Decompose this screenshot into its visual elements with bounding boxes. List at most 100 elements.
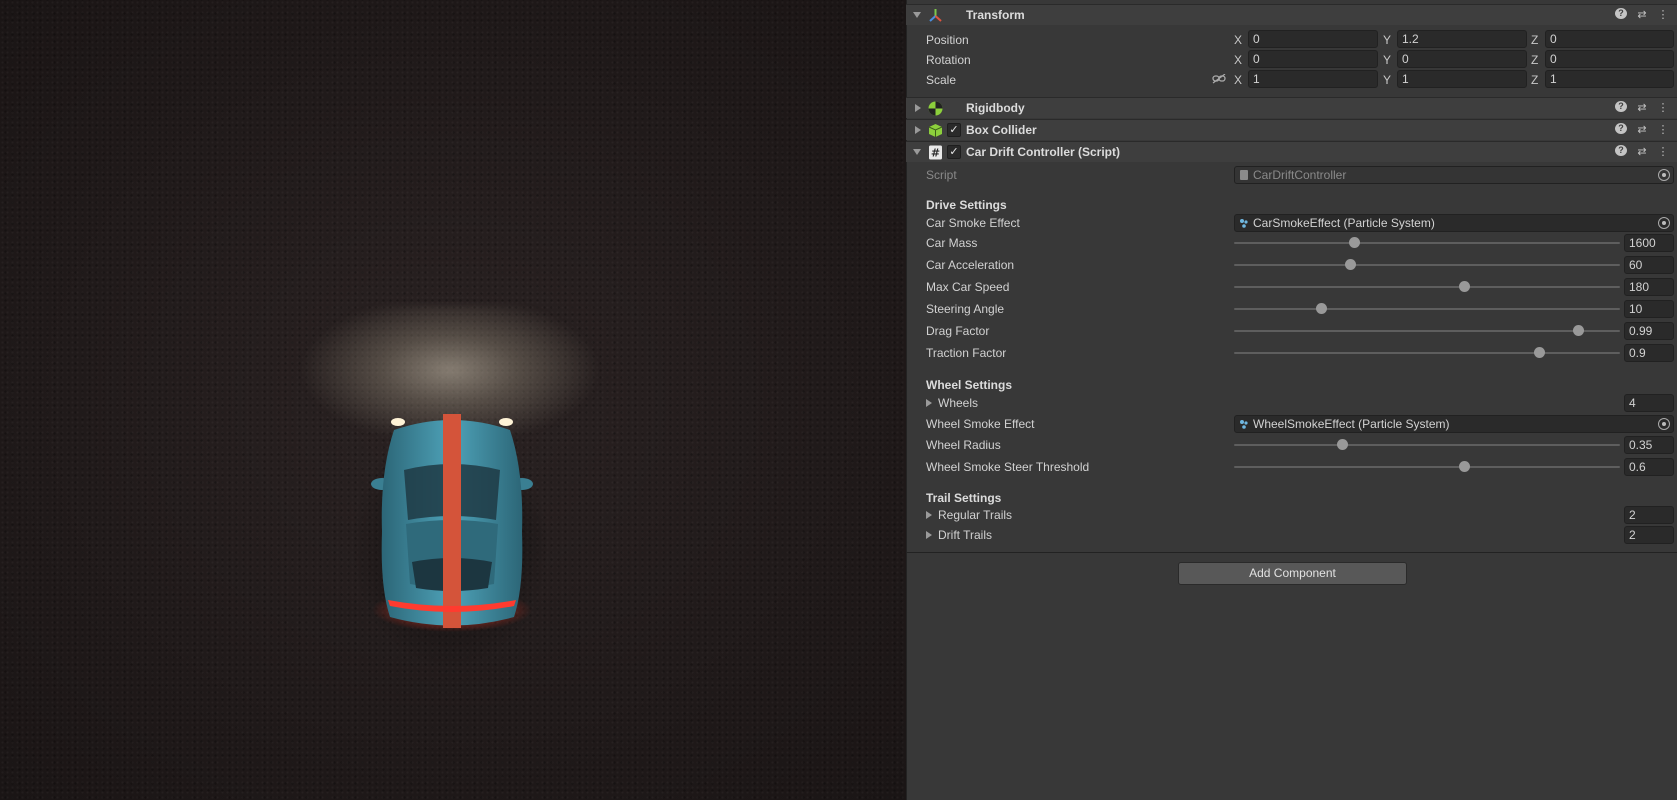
max-car-speed-field[interactable]: 180 [1624,278,1674,296]
help-icon[interactable]: ? [1615,123,1627,134]
wheel-smoke-effect-field[interactable]: WheelSmokeEffect (Particle System) [1234,415,1674,433]
wheel-radius-field[interactable]: 0.35 [1624,436,1674,454]
foldout-expanded-icon[interactable] [913,149,921,155]
context-menu-icon[interactable]: ⋮ [1657,8,1669,21]
car-acceleration-field[interactable]: 60 [1624,256,1674,274]
box-collider-icon [928,124,943,137]
rotation-label: Rotation [926,53,971,67]
max-car-speed-slider[interactable] [1234,278,1620,296]
help-icon[interactable]: ? [1615,101,1627,112]
car-drift-controller-title: Car Drift Controller (Script) [966,145,1121,159]
trail-settings-header: Trail Settings [926,491,1002,505]
script-value: CarDriftController [1253,168,1347,182]
rigidbody-header[interactable]: Rigidbody ? ⇄ ⋮ [906,97,1677,118]
slider-thumb[interactable] [1344,259,1356,270]
slider-thumb[interactable] [1348,237,1360,248]
rotation-x-field[interactable]: 0 [1248,50,1378,68]
steering-angle-field[interactable]: 10 [1624,300,1674,318]
regular-trails-foldout-icon[interactable] [926,511,932,519]
steering-angle-slider[interactable] [1234,300,1620,318]
axis-x-label[interactable]: X [1234,33,1242,47]
slider-thumb[interactable] [1533,347,1545,358]
foldout-expanded-icon[interactable] [913,12,921,18]
drift-car[interactable] [364,412,540,662]
traction-factor-field[interactable]: 0.9 [1624,344,1674,362]
rigidbody-title: Rigidbody [966,101,1025,115]
rigidbody-icon [928,101,943,116]
slider-thumb[interactable] [1458,461,1470,472]
slider-thumb[interactable] [1458,281,1470,292]
traction-factor-slider[interactable] [1234,344,1620,362]
rotation-z-field[interactable]: 0 [1545,50,1674,68]
context-menu-icon[interactable]: ⋮ [1657,101,1669,114]
car-drift-enabled-checkbox[interactable]: ✓ [947,145,961,159]
axis-z-label[interactable]: Z [1531,33,1538,47]
wheel-settings-header: Wheel Settings [926,378,1013,392]
context-menu-icon[interactable]: ⋮ [1657,123,1669,136]
help-icon[interactable]: ? [1615,145,1627,156]
slider-thumb[interactable] [1337,439,1349,450]
wheels-foldout-icon[interactable] [926,399,932,407]
axis-x-label[interactable]: X [1234,73,1242,87]
object-picker-icon[interactable] [1658,217,1670,229]
box-collider-title: Box Collider [966,123,1037,137]
wheel-radius-slider[interactable] [1234,436,1620,454]
foldout-collapsed-icon[interactable] [915,126,921,134]
object-picker-icon[interactable] [1658,418,1670,430]
drift-trails-foldout-icon[interactable] [926,531,932,539]
help-icon[interactable]: ? [1615,8,1627,19]
wheel-smoke-effect-label: Wheel Smoke Effect [926,417,1035,431]
presets-icon[interactable]: ⇄ [1636,123,1648,136]
add-component-button[interactable]: Add Component [1178,562,1407,585]
box-collider-enabled-checkbox[interactable]: ✓ [947,123,961,137]
axis-y-label[interactable]: Y [1383,33,1391,47]
axis-y-label[interactable]: Y [1383,73,1391,87]
position-x-field[interactable]: 0 [1248,30,1378,48]
constrain-proportions-icon[interactable] [1212,74,1226,84]
car-acceleration-slider[interactable] [1234,256,1620,274]
drag-factor-slider[interactable] [1234,322,1620,340]
traction-factor-label: Traction Factor [926,346,1007,360]
car-smoke-effect-field[interactable]: CarSmokeEffect (Particle System) [1234,214,1674,232]
position-z-field[interactable]: 0 [1545,30,1674,48]
drive-settings-header: Drive Settings [926,198,1007,212]
context-menu-icon[interactable]: ⋮ [1657,145,1669,158]
wheels-label[interactable]: Wheels [938,396,978,410]
rotation-y-field[interactable]: 0 [1397,50,1527,68]
box-collider-header[interactable]: ✓ Box Collider ? ⇄ ⋮ [906,119,1677,140]
left-headlight [391,418,405,426]
drift-trails-count-field[interactable]: 2 [1624,526,1674,544]
drift-trails-label[interactable]: Drift Trails [938,528,992,542]
car-mass-label: Car Mass [926,236,978,250]
foldout-collapsed-icon[interactable] [915,104,921,112]
wheel-smoke-threshold-slider[interactable] [1234,458,1620,476]
wheel-smoke-threshold-field[interactable]: 0.6 [1624,458,1674,476]
axis-y-label[interactable]: Y [1383,53,1391,67]
car-drift-controller-header[interactable]: # ✓ Car Drift Controller (Script) ? ⇄ ⋮ [906,141,1677,162]
regular-trails-count-field[interactable]: 2 [1624,506,1674,524]
presets-icon[interactable]: ⇄ [1636,145,1648,158]
car-smoke-effect-value: CarSmokeEffect (Particle System) [1253,216,1435,230]
wheels-count-field[interactable]: 4 [1624,394,1674,412]
transform-header[interactable]: Transform ? ⇄ ⋮ [906,4,1677,25]
scale-label: Scale [926,73,957,87]
drag-factor-field[interactable]: 0.99 [1624,322,1674,340]
scale-z-field[interactable]: 1 [1545,70,1674,88]
scene-view[interactable] [0,0,906,800]
regular-trails-label[interactable]: Regular Trails [938,508,1012,522]
slider-thumb[interactable] [1572,325,1584,336]
car-mass-field[interactable]: 1600 [1624,234,1674,252]
presets-icon[interactable]: ⇄ [1636,101,1648,114]
axis-x-label[interactable]: X [1234,53,1242,67]
scale-y-field[interactable]: 1 [1397,70,1527,88]
slider-thumb[interactable] [1315,303,1327,314]
script-hash-icon: # [929,145,942,160]
axis-z-label[interactable]: Z [1531,53,1538,67]
axis-z-label[interactable]: Z [1531,73,1538,87]
position-y-field[interactable]: 1.2 [1397,30,1527,48]
scale-x-field[interactable]: 1 [1248,70,1378,88]
car-mass-slider[interactable] [1234,234,1620,252]
script-field[interactable]: CarDriftController [1234,166,1674,184]
object-picker-icon[interactable] [1658,169,1670,181]
presets-icon[interactable]: ⇄ [1636,8,1648,21]
